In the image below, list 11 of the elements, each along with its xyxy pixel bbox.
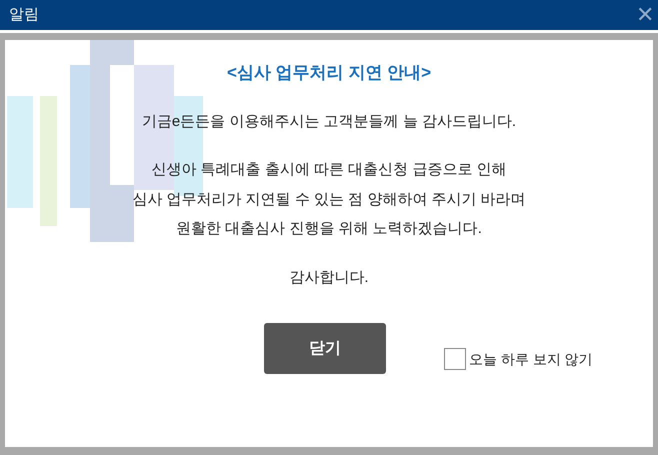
window-title: 알림 [9,4,39,25]
close-button[interactable]: 닫기 [264,323,386,374]
checkbox[interactable] [444,348,466,370]
notice-text: 기금e든든을 이용해주시는 고객분들께 늘 감사드립니다. [142,112,516,132]
notice-text: 감사합니다. [289,268,369,288]
notice-text: 원활한 대출심사 진행을 위해 노력하겠습니다. [176,219,482,239]
checkbox-label[interactable]: 오늘 하루 보지 않기 [469,348,593,370]
notice-text: 심사 업무처리가 지연될 수 있는 점 양해하여 주시기 바라며 [132,190,526,210]
notice-heading: <심사 업무처리 지연 안내> [226,62,432,84]
close-button[interactable]: ✕ [636,4,654,26]
notice-text: 신생아 특례대출 출시에 따른 대출신청 급증으로 인해 [151,160,506,180]
